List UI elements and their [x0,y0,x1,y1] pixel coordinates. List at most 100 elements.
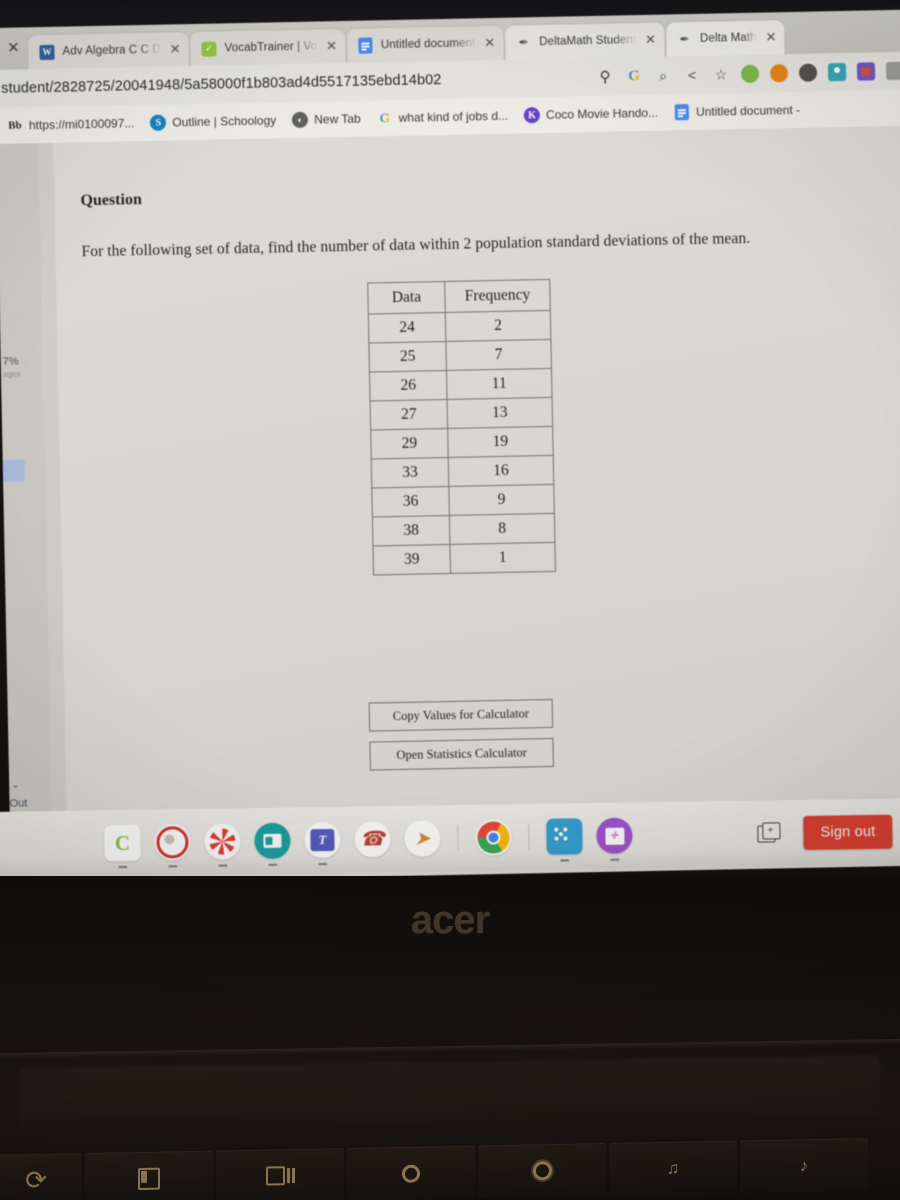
browser-tab-untitled-document[interactable]: Untitled document ✕ [346,25,504,63]
bookmark-jobs-search[interactable]: G what kind of jobs d... [369,105,515,130]
bookmark-label: Coco Movie Hando... [545,105,659,122]
cell-data: 27 [370,399,448,431]
column-header-data: Data [367,281,446,315]
google-icon: G [376,110,392,126]
browser-tab-adv-algebra[interactable]: W Adv Algebra C C D ✕ [28,32,189,70]
address-bar-icon-group: ⚲ G ⌕ < ☆ [596,61,900,86]
sign-out-button[interactable]: Sign out [803,814,893,850]
new-desk-icon[interactable]: + [757,822,781,844]
reload-key[interactable]: ⟳ [0,1152,82,1200]
acer-brand-logo: acer [410,898,490,942]
mute-key[interactable]: ♫ [609,1139,737,1196]
chevron-down-icon[interactable]: ⌄ [11,780,20,791]
table-row: 39 1 [372,542,556,575]
overview-icon [265,1166,295,1186]
extension-orange-icon[interactable] [769,64,789,83]
bookmark-star-icon[interactable]: ☆ [712,65,730,83]
brightness-up-icon [532,1161,552,1181]
extension-gray-icon[interactable] [798,63,818,82]
table-row: 26 11 [369,368,553,402]
google-docs-icon [674,104,690,121]
table-row: 29 19 [370,426,554,460]
shelf-right-group: + Sign out [757,814,900,850]
share-icon[interactable]: < [683,66,701,84]
extension-green-icon[interactable] [740,64,760,84]
background-out-label[interactable]: Out [9,797,27,809]
offscreen-tab-close-icon[interactable]: ✕ [0,27,29,70]
question-heading: Question [80,191,142,210]
bookmark-blackboard[interactable]: Bb https://mi0100097... [0,112,142,137]
search-icon[interactable]: ⌕ [654,66,672,84]
chromebook-screen: ✕ W Adv Algebra C C D ✕ ✓ VocabTrainer |… [0,9,900,884]
brightness-down-key[interactable] [347,1145,475,1200]
google-icon[interactable]: G [625,67,643,85]
fullscreen-key[interactable] [85,1150,213,1200]
rocket-app-icon[interactable]: ➤ [404,820,441,857]
question-text: For the following set of data, find the … [81,229,751,261]
table-row: 27 13 [370,397,553,431]
dice-app-icon[interactable] [546,818,583,855]
keyboard-function-row: ⟳ ♫ ♪ [0,1135,900,1200]
phone-app-icon[interactable]: ☎ [354,821,391,858]
copy-values-button[interactable]: Copy Values for Calculator [368,698,554,732]
bookmark-new-tab[interactable]: ◐ New Tab [285,108,368,132]
close-icon[interactable]: ✕ [482,35,495,51]
location-pin-icon[interactable]: ⚲ [596,68,614,86]
cell-data: 29 [370,428,449,460]
cell-frequency: 7 [445,339,552,371]
browser-tab-delta-math[interactable]: ✒ Delta Math ✕ [665,20,785,57]
canvas-app-icon[interactable]: C [104,824,141,862]
cell-frequency: 19 [447,426,554,458]
teal-reader-app-icon[interactable] [254,822,291,860]
cell-data: 39 [372,544,451,575]
shelf-app-group: C T ☎ ➤ [0,817,633,863]
extension-purple-icon[interactable] [856,62,876,81]
close-icon[interactable]: ✕ [763,29,776,45]
chrome-app-icon[interactable] [475,819,512,856]
teams-letter: T [310,828,335,852]
cell-frequency: 8 [449,513,555,545]
cell-data: 24 [368,312,446,344]
cell-data: 33 [371,457,449,489]
tab-title: Untitled document [380,37,476,52]
browser-viewport: 7% ages ⌄ Out Question For the following… [0,125,900,884]
bookmark-schoology[interactable]: S Outline | Schoology [143,109,283,134]
address-bar-url[interactable]: student/2828725/20041948/5a58000f1b803ad… [0,69,596,97]
deltamath-question-panel: Question For the following set of data, … [53,125,900,883]
volume-down-key[interactable]: ♪ [740,1137,868,1193]
bookmark-label: Outline | Schoology [172,113,277,130]
bookmark-coco-movie[interactable]: K Coco Movie Hando... [517,102,665,127]
close-icon[interactable]: ✕ [643,32,656,48]
open-statistics-calculator-button[interactable]: Open Statistics Calculator [369,737,554,771]
purple-app-icon[interactable] [596,817,633,855]
data-frequency-table: Data Frequency 24 2 25 7 26 11 27 13 29 … [367,279,556,576]
cell-frequency: 16 [448,455,554,487]
chromeos-shelf: C T ☎ ➤ + Sign out [0,798,900,878]
extension-teal-icon[interactable] [827,62,847,82]
overview-key[interactable] [216,1147,344,1200]
close-icon[interactable]: ✕ [324,38,337,54]
background-percent-label: 7% [2,355,19,368]
bookmark-untitled-document[interactable]: Untitled document - [667,99,807,124]
browser-tab-vocabtrainer[interactable]: ✓ VocabTrainer | Vo ✕ [190,28,346,67]
cell-data: 36 [371,486,450,518]
brightness-up-key[interactable] [478,1142,606,1198]
table-header-row: Data Frequency [367,279,551,315]
cell-frequency: 1 [449,542,556,574]
pinwheel-app-icon[interactable] [204,823,241,860]
new-tab-icon: ◐ [292,111,309,129]
word-icon: W [38,43,55,60]
browser-tab-deltamath-student[interactable]: ✒ DeltaMath Student ✕ [504,22,665,60]
table-row: 36 9 [371,484,555,518]
checkmark-icon: ✓ [200,40,217,57]
kami-icon: K [523,107,541,124]
cell-data: 26 [369,370,448,402]
deltamath-icon: ✒ [518,35,529,50]
microsoft-teams-app-icon[interactable]: T [304,821,341,859]
close-icon[interactable]: ✕ [168,41,181,57]
paint-app-icon[interactable] [154,824,191,861]
google-docs-icon [357,37,374,54]
shelf-divider [528,824,530,851]
extension-lock-icon[interactable] [885,61,900,81]
table-row: 33 16 [371,455,554,489]
